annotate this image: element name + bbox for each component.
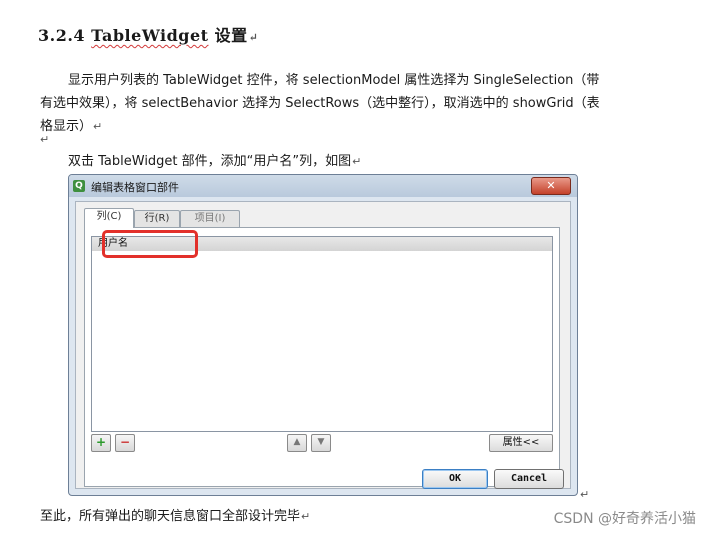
empty-paragraph-mark: ↵: [40, 133, 50, 146]
paragraph-line-3: 格显示）: [40, 119, 93, 134]
qt-app-icon: Q: [73, 180, 85, 192]
paragraph-mark: ↵: [93, 120, 103, 133]
tab-panel: 用户名 + − ▲ ▼ 属性<<: [84, 227, 560, 487]
move-down-button[interactable]: ▼: [311, 434, 331, 452]
paragraph-line-2: 有选中效果），将 selectBehavior 选择为 SelectRows（选…: [40, 96, 600, 111]
heading-number: 3.2.4: [38, 26, 86, 45]
dialog-client-area: 列(C) 行(R) 项目(I) 用户名 + − ▲ ▼ 属性<< OK Canc…: [75, 201, 571, 489]
remove-column-button[interactable]: −: [115, 434, 135, 452]
paragraph-double-click: 双击 TableWidget 部件，添加“用户名”列，如图↵: [68, 150, 361, 173]
csdn-watermark: CSDN @好奇养活小猫: [553, 511, 696, 527]
ok-button[interactable]: OK: [422, 469, 488, 489]
tab-items[interactable]: 项目(I): [180, 210, 240, 227]
properties-button[interactable]: 属性<<: [489, 434, 553, 452]
red-highlight-box: [102, 230, 198, 258]
paragraph-mark: ↵: [352, 155, 362, 168]
tab-columns[interactable]: 列(C): [84, 208, 134, 228]
cancel-button[interactable]: Cancel: [494, 469, 564, 489]
paragraph-conclusion: 至此，所有弹出的聊天信息窗口全部设计完毕↵: [40, 505, 310, 528]
paragraph-text: 双击 TableWidget 部件，添加“用户名”列，如图: [68, 154, 352, 169]
column-list[interactable]: 用户名: [91, 230, 553, 432]
edit-table-widget-dialog: Q 编辑表格窗口部件 ✕ 列(C) 行(R) 项目(I) 用户名 + − ▲ ▼…: [68, 174, 578, 496]
dialog-title: 编辑表格窗口部件: [91, 181, 179, 194]
paragraph-mark: ↵: [580, 488, 590, 501]
tab-rows[interactable]: 行(R): [134, 210, 180, 227]
paragraph-tablewidget-settings: 显示用户列表的 TableWidget 控件，将 selectionModel …: [40, 69, 640, 138]
heading-title-rest: 设置: [214, 26, 248, 45]
close-button[interactable]: ✕: [531, 177, 571, 195]
paragraph-text: 至此，所有弹出的聊天信息窗口全部设计完毕: [40, 509, 301, 524]
add-column-button[interactable]: +: [91, 434, 111, 452]
paragraph-mark: ↵: [248, 31, 259, 44]
paragraph-line-1: 显示用户列表的 TableWidget 控件，将 selectionModel …: [68, 73, 600, 88]
paragraph-mark: ↵: [301, 510, 311, 523]
move-up-button[interactable]: ▲: [287, 434, 307, 452]
dialog-titlebar[interactable]: Q 编辑表格窗口部件 ✕: [69, 175, 577, 197]
section-heading: 3.2.4 TableWidget 设置↵: [38, 22, 258, 46]
heading-title-word: TableWidget: [91, 26, 209, 45]
